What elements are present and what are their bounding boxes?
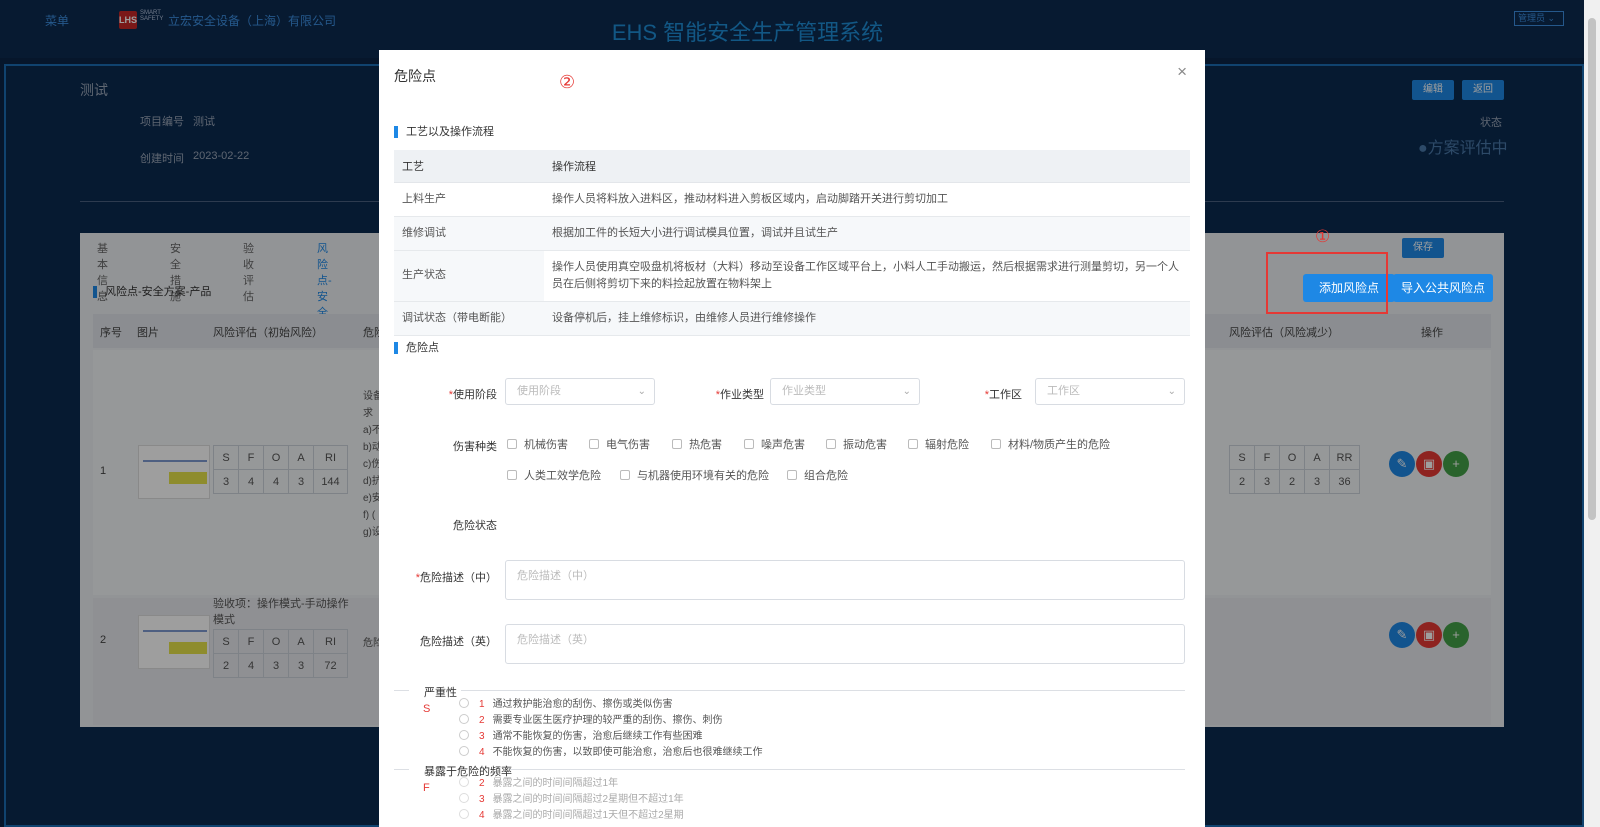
import-public-risk-button[interactable]: 导入公共风险点 (1393, 274, 1493, 302)
stage-select-placeholder: 使用阶段 (517, 385, 561, 397)
option-number: 3 (479, 731, 485, 742)
close-icon[interactable]: × (1177, 62, 1187, 82)
stage-label-text: 使用阶段 (453, 389, 497, 401)
harm-type-checkbox[interactable]: 材料/物质产生的危险 (991, 439, 1110, 451)
harm-type-checkbox[interactable]: 组合危险 (787, 470, 848, 482)
desc-en-label: 危险描述（英） (420, 636, 497, 648)
dialog-title: 危险点 (394, 68, 436, 84)
group-line (394, 769, 409, 770)
hazard-point-dialog: 危险点 ② × 工艺以及操作流程 工艺 操作流程 上料生产 操作人员将料放入进料… (379, 50, 1205, 827)
option-text: 暴露之间的时间间隔超过2星期但不超过1年 (492, 794, 684, 805)
checkbox-label: 材料/物质产生的危险 (1008, 439, 1111, 451)
page-scrollbar-thumb[interactable] (1588, 18, 1596, 520)
severity-option[interactable]: 2 需要专业医生医疗护理的较严重的刮伤、擦伤、刺伤 (459, 714, 723, 727)
harm-type-checkbox[interactable]: 辐射危险 (908, 439, 969, 451)
checkbox-label: 电气伤害 (606, 439, 650, 451)
process-flow-cell: 操作人员将料放入进料区，推动材料进入剪板区域内，启动脚踏开关进行剪切加工 (544, 182, 1190, 217)
process-craft-cell: 维修调试 (394, 216, 544, 251)
process-craft-cell: 调试状态（带电断能） (394, 301, 544, 336)
annotation-highlight-box (1266, 252, 1388, 314)
annotation-marker-1: ① (1315, 227, 1331, 246)
chevron-down-icon: ⌄ (902, 386, 911, 397)
work-type-select-placeholder: 作业类型 (782, 385, 826, 397)
checkbox-label: 辐射危险 (925, 439, 969, 451)
work-type-select[interactable]: 作业类型 ⌄ (770, 378, 920, 405)
annotation-marker-2: ② (559, 72, 576, 92)
frequency-option[interactable]: 4 暴露之间的时间间隔超过1天但不超过2星期 (459, 809, 684, 822)
work-area-label: *工作区 (984, 389, 1022, 401)
harm-type-checkbox[interactable]: 振动危害 (826, 439, 887, 451)
harm-type-checkbox[interactable]: 与机器使用环境有关的危险 (620, 470, 769, 482)
harm-type-checkbox[interactable]: 机械伤害 (507, 439, 568, 451)
work-type-label: *作业类型 (715, 389, 764, 401)
hazard-section-title: 危险点 (394, 342, 439, 354)
checkbox-label: 机械伤害 (524, 439, 568, 451)
chevron-down-icon: ⌄ (637, 386, 646, 397)
option-text: 通常不能恢复的伤害，治愈后继续工作有些困难 (492, 731, 703, 742)
frequency-option[interactable]: 3 暴露之间的时间间隔超过2星期但不超过1年 (459, 793, 684, 806)
option-text: 需要专业医生医疗护理的较严重的刮伤、擦伤、刺伤 (492, 715, 723, 726)
severity-letter: S (423, 703, 431, 715)
checkbox-label: 与机器使用环境有关的危险 (637, 470, 769, 482)
option-text: 暴露之间的时间间隔超过1天但不超过2星期 (492, 810, 684, 821)
process-table: 工艺 操作流程 上料生产 操作人员将料放入进料区，推动材料进入剪板区域内，启动脚… (394, 150, 1190, 336)
checkbox-label: 热危害 (689, 439, 722, 451)
option-number: 1 (479, 699, 485, 710)
frequency-letter: F (423, 782, 430, 794)
frequency-option[interactable]: 2 暴露之间的时间间隔超过1年 (459, 777, 618, 790)
severity-option[interactable]: 1 通过救护能治愈的刮伤、擦伤或类似伤害 (459, 698, 673, 711)
process-section-title: 工艺以及操作流程 (394, 126, 494, 138)
process-flow-cell: 设备停机后，挂上维修标识，由维修人员进行维修操作 (544, 301, 1190, 336)
harm-type-checkbox[interactable]: 热危害 (672, 439, 722, 451)
severity-option[interactable]: 4 不能恢复的伤害，以致即使可能治愈，治愈后也很难继续工作 (459, 746, 763, 759)
stage-label: *使用阶段 (448, 389, 497, 401)
process-flow-cell: 操作人员使用真空吸盘机将板材（大料）移动至设备工作区域平台上，小料人工手动搬运，… (544, 250, 1190, 302)
checkbox-label: 振动危害 (843, 439, 887, 451)
desc-cn-label-text: 危险描述（中） (420, 572, 497, 584)
group-line (394, 690, 409, 691)
option-number: 3 (479, 794, 485, 805)
severity-option[interactable]: 3 通常不能恢复的伤害，治愈后继续工作有些困难 (459, 730, 703, 743)
option-text: 不能恢复的伤害，以致即使可能治愈，治愈后也很难继续工作 (492, 747, 763, 758)
severity-title: 严重性 (424, 687, 457, 699)
work-type-label-text: 作业类型 (720, 389, 764, 401)
checkbox-label: 组合危险 (804, 470, 848, 482)
checkbox-label: 噪声危害 (761, 439, 805, 451)
work-area-select[interactable]: 工作区 ⌄ (1035, 378, 1185, 405)
checkbox-label: 人类工效学危险 (524, 470, 601, 482)
process-craft-cell: 上料生产 (394, 182, 544, 217)
work-area-label-text: 工作区 (989, 389, 1022, 401)
process-col-craft: 工艺 (394, 150, 544, 183)
option-number: 4 (479, 747, 485, 758)
work-area-select-placeholder: 工作区 (1047, 385, 1080, 397)
process-flow-cell: 根据加工件的长短大小进行调试模具位置，调试并且试生产 (544, 216, 1190, 251)
group-line (461, 690, 1185, 691)
process-craft-cell: 生产状态 (394, 250, 544, 302)
stage-select[interactable]: 使用阶段 ⌄ (505, 378, 655, 405)
process-col-flow: 操作流程 (544, 150, 1190, 183)
desc-cn-label: *危险描述（中） (415, 572, 497, 584)
desc-cn-textarea[interactable]: 危险描述（中） (505, 560, 1185, 600)
harm-type-checkbox[interactable]: 电气伤害 (589, 439, 650, 451)
option-number: 4 (479, 810, 485, 821)
desc-en-textarea[interactable]: 危险描述（英） (505, 624, 1185, 664)
harm-type-checkbox[interactable]: 人类工效学危险 (507, 470, 601, 482)
group-line (509, 769, 1185, 770)
option-number: 2 (479, 715, 485, 726)
chevron-down-icon: ⌄ (1167, 386, 1176, 397)
harm-type-checkbox[interactable]: 噪声危害 (744, 439, 805, 451)
harm-type-label: 伤害种类 (453, 441, 497, 453)
hazard-state-label: 危险状态 (453, 520, 497, 532)
option-text: 通过救护能治愈的刮伤、擦伤或类似伤害 (492, 699, 673, 710)
option-number: 2 (479, 778, 485, 789)
option-text: 暴露之间的时间间隔超过1年 (492, 778, 619, 789)
